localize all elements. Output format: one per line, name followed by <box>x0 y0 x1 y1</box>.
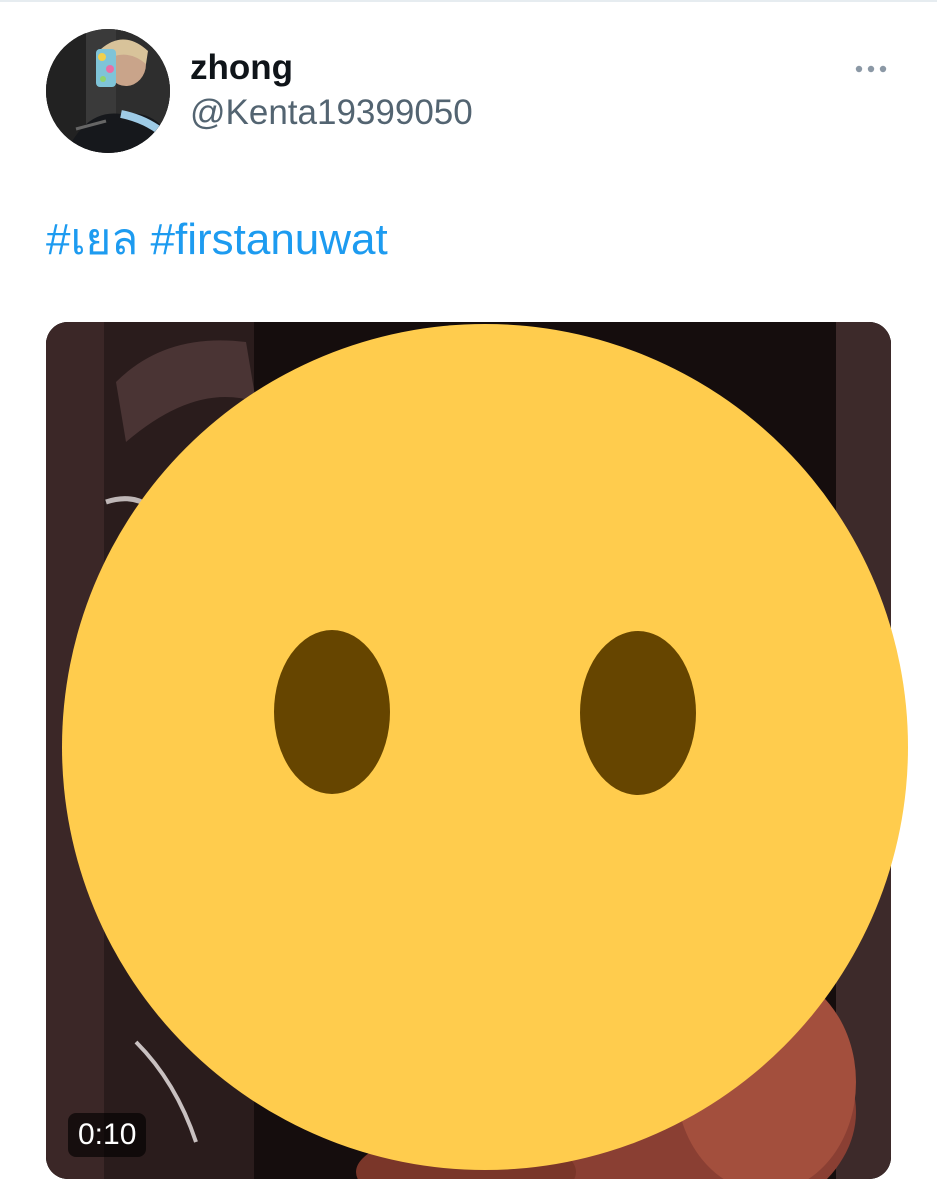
hashtag-link[interactable]: #firstanuwat <box>151 215 388 264</box>
author-handle[interactable]: @Kenta19399050 <box>190 93 473 133</box>
more-horizontal-icon <box>855 65 887 73</box>
video-duration-badge: 0:10 <box>68 1113 147 1157</box>
author-avatar[interactable] <box>46 29 170 153</box>
hashtag-link[interactable]: #เยล <box>46 215 138 264</box>
author-display-name[interactable]: zhong <box>190 48 293 88</box>
video-thumbnail <box>46 322 891 1179</box>
avatar-photo <box>46 29 170 153</box>
top-divider <box>0 0 937 2</box>
tweet-text: #เยล #firstanuwat <box>46 213 388 267</box>
more-options-button[interactable] <box>846 55 896 83</box>
video-media[interactable]: 0:10 <box>46 322 891 1179</box>
